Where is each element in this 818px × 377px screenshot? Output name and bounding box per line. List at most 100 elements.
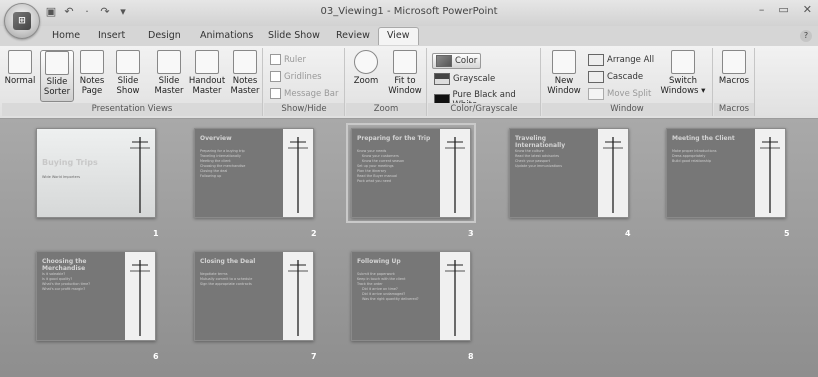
- zoom-group-label: Zoom: [346, 103, 426, 116]
- zoom-label-text: Zoom: [353, 76, 379, 86]
- slide-thumbnail[interactable]: Choosing the Merchandise Is it saleable? I…: [36, 251, 156, 341]
- telephone-pole-icon: [288, 137, 308, 213]
- slide-number: 1: [153, 229, 159, 238]
- new-window-label-2: Window: [547, 86, 581, 96]
- slide-bullets: Make proper introductions Dress appropria…: [672, 149, 751, 164]
- slide-number: 7: [311, 352, 317, 361]
- handout-master-button[interactable]: Handout Master: [188, 50, 226, 96]
- notes-master-button[interactable]: Notes Master: [228, 50, 262, 96]
- notes-page-button[interactable]: Notes Page: [76, 50, 108, 96]
- notes-page-label-2: Page: [81, 86, 103, 96]
- tab-design[interactable]: Design: [148, 30, 181, 41]
- slide-bullet: What's our profit margin?: [42, 287, 86, 291]
- new-window-button[interactable]: New Window: [546, 50, 582, 96]
- slide-show-button[interactable]: Slide Show: [112, 50, 144, 96]
- slide-title: Following Up: [357, 258, 401, 265]
- slide-bullet: Build good relationship: [672, 159, 712, 163]
- slide-thumbnail[interactable]: Closing the Deal Negotiate terms Mutually …: [194, 251, 314, 341]
- telephone-pole-icon: [288, 260, 308, 336]
- group-show-hide: Ruler Gridlines Message Bar Show/Hide: [264, 48, 345, 116]
- arrange-all-icon: [588, 54, 604, 66]
- slide-title: Overview: [200, 135, 232, 142]
- fit-to-window-icon: [393, 50, 417, 74]
- arrange-all-button[interactable]: Arrange All: [588, 54, 654, 66]
- grayscale-label: Grayscale: [453, 74, 496, 84]
- slide-thumbnail[interactable]: Overview Preparing for a buying trip Trave…: [194, 128, 314, 218]
- window-group-label: Window: [542, 103, 712, 116]
- message-bar-checkbox[interactable]: Message Bar: [270, 88, 339, 99]
- macros-icon: [722, 50, 746, 74]
- restore-button[interactable]: ▭: [778, 3, 788, 16]
- move-split-label: Move Split: [607, 89, 652, 99]
- tab-view[interactable]: View: [378, 27, 419, 45]
- notes-master-icon: [233, 50, 257, 74]
- handout-master-label-2: Master: [192, 86, 222, 96]
- slide-master-button[interactable]: Slide Master: [152, 50, 186, 96]
- fit-label-1: Fit to: [394, 76, 416, 86]
- slide-thumbnail[interactable]: Traveling Internationally Know the cultur…: [509, 128, 629, 218]
- show-hide-label: Show/Hide: [264, 103, 344, 116]
- slide-sorter-button[interactable]: Slide Sorter: [40, 50, 74, 102]
- slide-sorter-pane[interactable]: Buying Trips Wide World Importers 1 Overvie…: [0, 119, 818, 377]
- slide-number: 8: [468, 352, 474, 361]
- slide-number: 2: [311, 229, 317, 238]
- tab-insert[interactable]: Insert: [98, 30, 125, 41]
- tab-animations[interactable]: Animations: [200, 30, 253, 41]
- new-window-icon: [552, 50, 576, 74]
- minimize-button[interactable]: –: [759, 3, 765, 16]
- slide-thumbnail[interactable]: Following Up Submit the paperwork Keep in …: [351, 251, 471, 341]
- tab-home[interactable]: Home: [52, 30, 80, 41]
- slide-number: 3: [468, 229, 474, 238]
- ruler-checkbox[interactable]: Ruler: [270, 54, 306, 65]
- notes-page-label-1: Notes: [79, 76, 105, 86]
- ribbon-view: Normal Slide Sorter Notes Page Slide Sho…: [0, 46, 818, 119]
- office-button[interactable]: ⊞: [4, 3, 40, 39]
- slide-title: Closing the Deal: [200, 258, 256, 265]
- slide-thumbnail[interactable]: Meeting the Client Make proper introducti…: [666, 128, 786, 218]
- telephone-pole-icon: [130, 137, 150, 213]
- slide-sorter-label-1: Slide: [46, 77, 68, 87]
- tab-slide-show[interactable]: Slide Show: [268, 30, 320, 41]
- slide-title: Preparing for the Trip: [357, 135, 431, 142]
- normal-view-button[interactable]: Normal: [4, 50, 36, 86]
- slide-thumbnail[interactable]: Preparing for the Trip Know your needs Kno…: [346, 123, 476, 223]
- slide-sorter-label-2: Sorter: [43, 87, 71, 97]
- color-button[interactable]: Color: [432, 53, 482, 69]
- slide-master-label-2: Master: [154, 86, 184, 96]
- macros-group-label: Macros: [714, 103, 754, 116]
- office-logo-icon: ⊞: [13, 12, 31, 30]
- slide-bullet: Was the right quantity delivered?: [362, 297, 419, 301]
- telephone-pole-icon: [760, 137, 780, 213]
- telephone-pole-icon: [130, 260, 150, 336]
- slide-master-icon: [157, 50, 181, 74]
- cascade-button[interactable]: Cascade: [588, 71, 643, 83]
- grayscale-button[interactable]: Grayscale: [434, 73, 495, 85]
- slide-master-label-1: Slide: [158, 76, 180, 86]
- notes-page-icon: [80, 50, 104, 74]
- telephone-pole-icon: [445, 260, 465, 336]
- group-macros: Macros Macros: [714, 48, 755, 116]
- message-bar-checkbox-box: [270, 88, 281, 99]
- slide-bullets: Submit the paperwork Keep in touch with t…: [357, 272, 436, 302]
- switch-windows-button[interactable]: Switch Windows ▾: [660, 50, 706, 96]
- color-icon: [436, 55, 452, 67]
- slide-number: 5: [784, 229, 790, 238]
- window-controls: – ▭ ✕: [759, 3, 812, 16]
- slide-subtitle: Wide World Importers: [42, 175, 81, 179]
- slide-bullets: Preparing for a buying trip Traveling int…: [200, 149, 279, 179]
- gridlines-label: Gridlines: [284, 71, 322, 82]
- move-split-button[interactable]: Move Split: [588, 88, 651, 100]
- gridlines-checkbox[interactable]: Gridlines: [270, 71, 322, 82]
- zoom-button[interactable]: Zoom: [350, 50, 382, 86]
- fit-to-window-button[interactable]: Fit to Window: [386, 50, 424, 96]
- tab-review[interactable]: Review: [336, 30, 370, 41]
- slide-thumbnail[interactable]: Buying Trips Wide World Importers: [36, 128, 156, 218]
- slide-bullets: Is it saleable? Is it good quality? What's…: [42, 272, 121, 292]
- slide-bullets: Negotiate terms Mutually commit to a sche…: [200, 272, 279, 287]
- close-button[interactable]: ✕: [803, 3, 812, 16]
- help-icon[interactable]: ?: [800, 30, 812, 42]
- macros-button[interactable]: Macros: [717, 50, 751, 86]
- ruler-label: Ruler: [284, 54, 306, 65]
- normal-label: Normal: [4, 76, 36, 86]
- presentation-views-label: Presentation Views: [2, 103, 262, 116]
